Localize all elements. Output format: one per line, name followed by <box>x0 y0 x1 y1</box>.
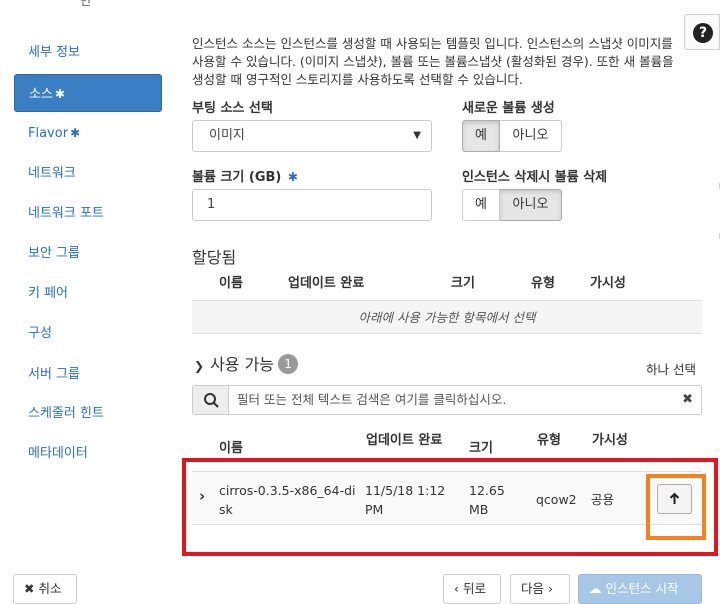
boot-source-label: 부팅 소스 선택 <box>192 101 273 116</box>
filter-placeholder: 필터 또는 전체 텍스트 검색은 여기를 클릭하십시오. <box>237 392 507 407</box>
new-volume-label: 새로운 볼륨 생성 <box>462 101 555 116</box>
edge-fragment: ᅵ <box>712 182 720 195</box>
edge-fragment: ᅵ <box>712 232 720 245</box>
available-count-badge: 1 <box>278 354 299 374</box>
caret-down-icon: ▼ <box>413 130 421 141</box>
available-toggle[interactable]: ❯ 사용 가능 1 <box>194 351 299 375</box>
allocated-col-updated[interactable]: 업데이트 완료 <box>288 272 364 291</box>
new-volume-yes-toggle[interactable]: 예 <box>462 120 500 152</box>
clear-icon[interactable]: ✖ <box>682 386 693 414</box>
available-col-updated[interactable]: 업데이트 완료 <box>366 429 442 448</box>
sidebar-item-details[interactable]: 세부 정보 <box>14 34 162 72</box>
help-button[interactable]: ? <box>684 14 720 50</box>
delete-volume-label: 인스턴스 삭제시 볼륨 삭제 <box>462 170 608 185</box>
sidebar-item-network[interactable]: 네트워크 <box>14 155 162 193</box>
available-col-size[interactable]: 크기 <box>469 437 493 456</box>
available-col-name[interactable]: 이름 <box>219 437 243 456</box>
available-col-type[interactable]: 유형 <box>537 429 561 448</box>
highlight-red-box <box>182 458 718 556</box>
sidebar-item-configuration[interactable]: 구성 <box>14 315 162 353</box>
cancel-button[interactable]: ✖ 취소 <box>13 574 77 604</box>
available-col-visibility[interactable]: 가시성 <box>592 429 628 448</box>
chevron-down-icon: ❯ <box>194 359 205 373</box>
search-icon-box <box>193 386 229 414</box>
new-volume-no-toggle[interactable]: 아니오 <box>500 120 562 152</box>
allocated-title: 할당됨 <box>192 248 237 267</box>
sidebar-item-flavor[interactable]: Flavor ✱ <box>14 114 162 152</box>
search-icon <box>204 393 219 408</box>
filter-search-input[interactable]: 필터 또는 전체 텍스트 검색은 여기를 클릭하십시오. ✖ <box>192 385 702 415</box>
required-mark: ✱ <box>70 126 81 140</box>
allocated-col-visibility[interactable]: 가시성 <box>590 272 626 291</box>
launch-instance-button[interactable]: ☁ 인스턴스 시작 <box>578 574 702 604</box>
available-title: 사용 가능 <box>210 355 275 374</box>
next-button[interactable]: 다음 › <box>510 574 570 604</box>
allocated-col-type[interactable]: 유형 <box>531 272 555 291</box>
delete-volume-yes-toggle[interactable]: 예 <box>462 189 500 221</box>
source-description: 인스턴스 소스는 인스턴스를 생성할 때 사용되는 템플릿 입니다. 인스턴스의… <box>192 36 674 87</box>
sidebar-item-server-groups[interactable]: 서버 그룹 <box>14 356 162 394</box>
allocated-col-size[interactable]: 크기 <box>451 272 475 291</box>
boot-source-select[interactable]: 이미지 ▼ <box>192 120 432 152</box>
volume-size-label: 볼륨 크기 (GB) ✱ <box>192 170 298 185</box>
sidebar-item-security-groups[interactable]: 보안 그룹 <box>14 235 162 273</box>
sidebar-item-key-pair[interactable]: 키 페어 <box>14 275 162 313</box>
boot-source-value: 이미지 <box>209 128 245 143</box>
highlight-orange-box <box>646 474 706 540</box>
required-mark: ✱ <box>287 170 298 184</box>
allocated-empty-row: 아래에 사용 가능한 항목에서 선택 <box>192 300 702 334</box>
sidebar-item-metadata[interactable]: 메타데이터 <box>14 435 162 473</box>
sidebar-item-source[interactable]: 소스 ✱ <box>14 74 162 112</box>
back-button[interactable]: ‹ 뒤로 <box>443 574 501 604</box>
allocated-col-name[interactable]: 이름 <box>219 272 243 291</box>
volume-size-input[interactable]: 1 <box>192 189 432 221</box>
question-icon: ? <box>693 23 713 43</box>
required-mark: ✱ <box>54 87 65 101</box>
header-fragment: 인 <box>80 0 92 8</box>
top-bar: 인 <box>0 0 720 8</box>
delete-volume-no-toggle[interactable]: 아니오 <box>500 189 562 221</box>
sidebar-item-network-ports[interactable]: 네트워크 포트 <box>14 195 162 233</box>
pick-one-hint: 하나 선택 <box>646 362 696 377</box>
sidebar-item-scheduler-hints[interactable]: 스케줄러 힌트 <box>14 395 162 433</box>
